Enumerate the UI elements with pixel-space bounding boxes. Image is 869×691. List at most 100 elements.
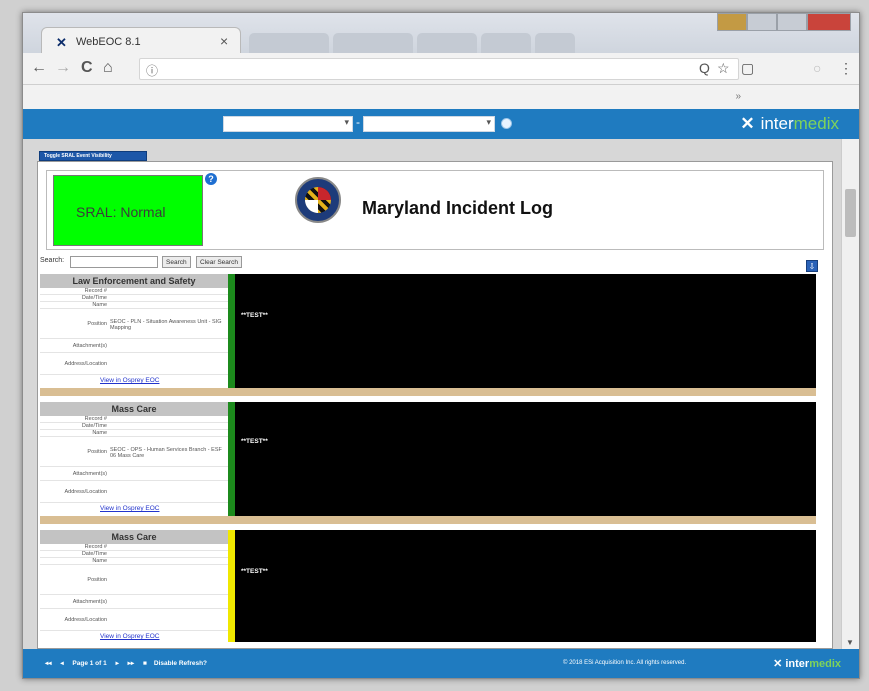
flag-quadrant (305, 200, 318, 213)
window-maximize-button[interactable] (777, 13, 807, 31)
view-in-osprey-link[interactable]: View in Osprey EOC (100, 633, 159, 640)
field-label: Position (87, 449, 107, 455)
tab-close-icon[interactable]: × (220, 33, 228, 49)
field-row: Attachment(s) (40, 467, 228, 481)
board-header: SRAL: Normal ? Maryland Incident Log (46, 170, 824, 250)
record-body: **TEST** (235, 530, 816, 642)
sral-status-text: SRAL: Normal (76, 204, 166, 220)
field-label: Record # (84, 416, 107, 422)
field-row: Position SEOC - PLN - Situation Awareness… (40, 309, 228, 339)
record-fields: Mass Care Record # Date/Time Name Positi… (40, 530, 228, 642)
scroll-down-icon[interactable]: ▼ (846, 638, 854, 647)
field-row: Attachment(s) (40, 595, 228, 609)
last-page-icon[interactable]: ▸▸ (128, 660, 135, 667)
flag-quadrant (318, 187, 331, 200)
field-label: Date/Time (81, 551, 107, 557)
record-card: Mass Care Record # Date/Time Name Positi… (40, 402, 816, 516)
forward-icon[interactable]: → (55, 59, 71, 77)
pager: ◂◂ ◂ Page 1 of 1 ▸ ▸▸ ■ Disable Refresh? (45, 659, 214, 667)
vertical-scrollbar[interactable]: ▼ (841, 139, 859, 649)
search-label: Search: (40, 257, 65, 264)
select-separator: - (356, 115, 360, 129)
field-label: Name (92, 558, 107, 564)
browser-tab-blurred[interactable] (535, 33, 575, 53)
browser-tab-blurred[interactable] (481, 33, 531, 53)
intermedix-mark-icon: ✕ (740, 114, 755, 133)
field-label: Attachment(s) (72, 471, 107, 477)
field-label: Date/Time (81, 423, 107, 429)
record-fields: Law Enforcement and Safety Record # Date… (40, 274, 228, 388)
home-icon[interactable]: ⌂ (103, 59, 113, 77)
field-label: Address/Location (64, 361, 108, 367)
record-card: Mass Care Record # Date/Time Name Positi… (40, 530, 816, 642)
status-bar (228, 530, 235, 642)
board-area: Toggle SRAL Event Visibility SRAL: Norma… (23, 139, 841, 649)
window-profile-button[interactable] (717, 13, 747, 31)
field-label: Record # (84, 288, 107, 294)
help-icon[interactable]: ? (205, 173, 217, 185)
disable-refresh-label[interactable]: Disable Refresh? (154, 660, 207, 667)
webeoc-favicon-icon: ✕ (56, 35, 67, 50)
intermedix-mark-icon: ✕ (773, 658, 786, 670)
back-icon[interactable]: ← (31, 59, 47, 77)
field-row: Record # (40, 544, 228, 551)
app-header: ▾ - ▾ ✕ intermedix (23, 109, 859, 139)
intermedix-logo: ✕ intermedix (740, 114, 839, 134)
info-icon[interactable]: ⓘ (146, 62, 158, 79)
toggle-sral-label: Toggle SRAL Event Visibility (44, 153, 112, 159)
incident-select[interactable]: ▾ (223, 116, 353, 132)
clear-search-button[interactable]: Clear Search (196, 256, 242, 268)
position-value: SEOC - OPS - Human Services Branch - ESF… (110, 447, 222, 459)
bookmark-overflow-icon[interactable]: » (735, 91, 741, 102)
footer-brand-prefix: inter (785, 658, 810, 670)
maryland-seal-logo (295, 177, 341, 223)
footer-intermedix-logo: ✕ intermedix (773, 657, 841, 670)
reload-icon[interactable]: C (81, 59, 93, 77)
menu-icon[interactable]: ⋮ (839, 60, 853, 77)
search-input[interactable] (70, 256, 158, 268)
field-row: Date/Time (40, 423, 228, 430)
status-bar (228, 274, 235, 388)
view-in-osprey-link[interactable]: View in Osprey EOC (100, 377, 159, 384)
go-button[interactable] (501, 118, 512, 129)
brand-prefix: inter (760, 114, 794, 133)
cast-icon[interactable]: ▢ (741, 60, 754, 77)
next-page-icon[interactable]: ▸ (116, 660, 119, 667)
view-in-osprey-link[interactable]: View in Osprey EOC (100, 505, 159, 512)
export-icon[interactable]: ⇩ (806, 260, 818, 272)
browser-tab[interactable]: ✕ WebEOC 8.1 × (41, 27, 241, 54)
toggle-sral-tab[interactable]: Toggle SRAL Event Visibility (39, 151, 147, 161)
record-card: Law Enforcement and Safety Record # Date… (40, 274, 816, 388)
account-icon[interactable]: ○ (813, 60, 821, 76)
browser-tab-blurred[interactable] (417, 33, 477, 53)
position-value: SEOC - PLN - Situation Awareness Unit - … (110, 319, 222, 331)
scrollbar-thumb[interactable] (845, 189, 856, 237)
zoom-icon[interactable]: Q (699, 60, 710, 76)
disable-refresh-checkbox[interactable]: ■ (143, 660, 147, 667)
window-controls (717, 13, 851, 31)
field-label: Address/Location (64, 489, 108, 495)
record-body-text: **TEST** (241, 312, 268, 319)
copyright-text: © 2018 ESi Acquisition Inc. All rights r… (563, 660, 687, 666)
browser-tab-blurred[interactable] (333, 33, 413, 53)
first-page-icon[interactable]: ◂◂ (45, 660, 52, 667)
window-close-button[interactable] (807, 13, 851, 31)
window-minimize-button[interactable] (747, 13, 777, 31)
search-button[interactable]: Search (162, 256, 191, 268)
bookmark-star-icon[interactable]: ☆ (717, 60, 730, 77)
position-select[interactable]: ▾ (363, 116, 495, 132)
field-row: Record # (40, 416, 228, 423)
search-row: Search: Search Clear Search (40, 255, 820, 271)
field-row: Name (40, 302, 228, 309)
maryland-flag-icon (305, 187, 331, 213)
field-row: Address/Location (40, 481, 228, 503)
footer-brand-accent: medix (809, 658, 841, 670)
field-label: Name (92, 430, 107, 436)
address-bar[interactable]: ⓘ (139, 58, 739, 80)
field-label: Position (87, 321, 107, 327)
record-title: Mass Care (40, 402, 228, 416)
field-row: Date/Time (40, 295, 228, 302)
browser-tab-blurred[interactable] (249, 33, 329, 53)
prev-page-icon[interactable]: ◂ (60, 660, 63, 667)
chevron-down-icon: ▾ (344, 117, 349, 127)
